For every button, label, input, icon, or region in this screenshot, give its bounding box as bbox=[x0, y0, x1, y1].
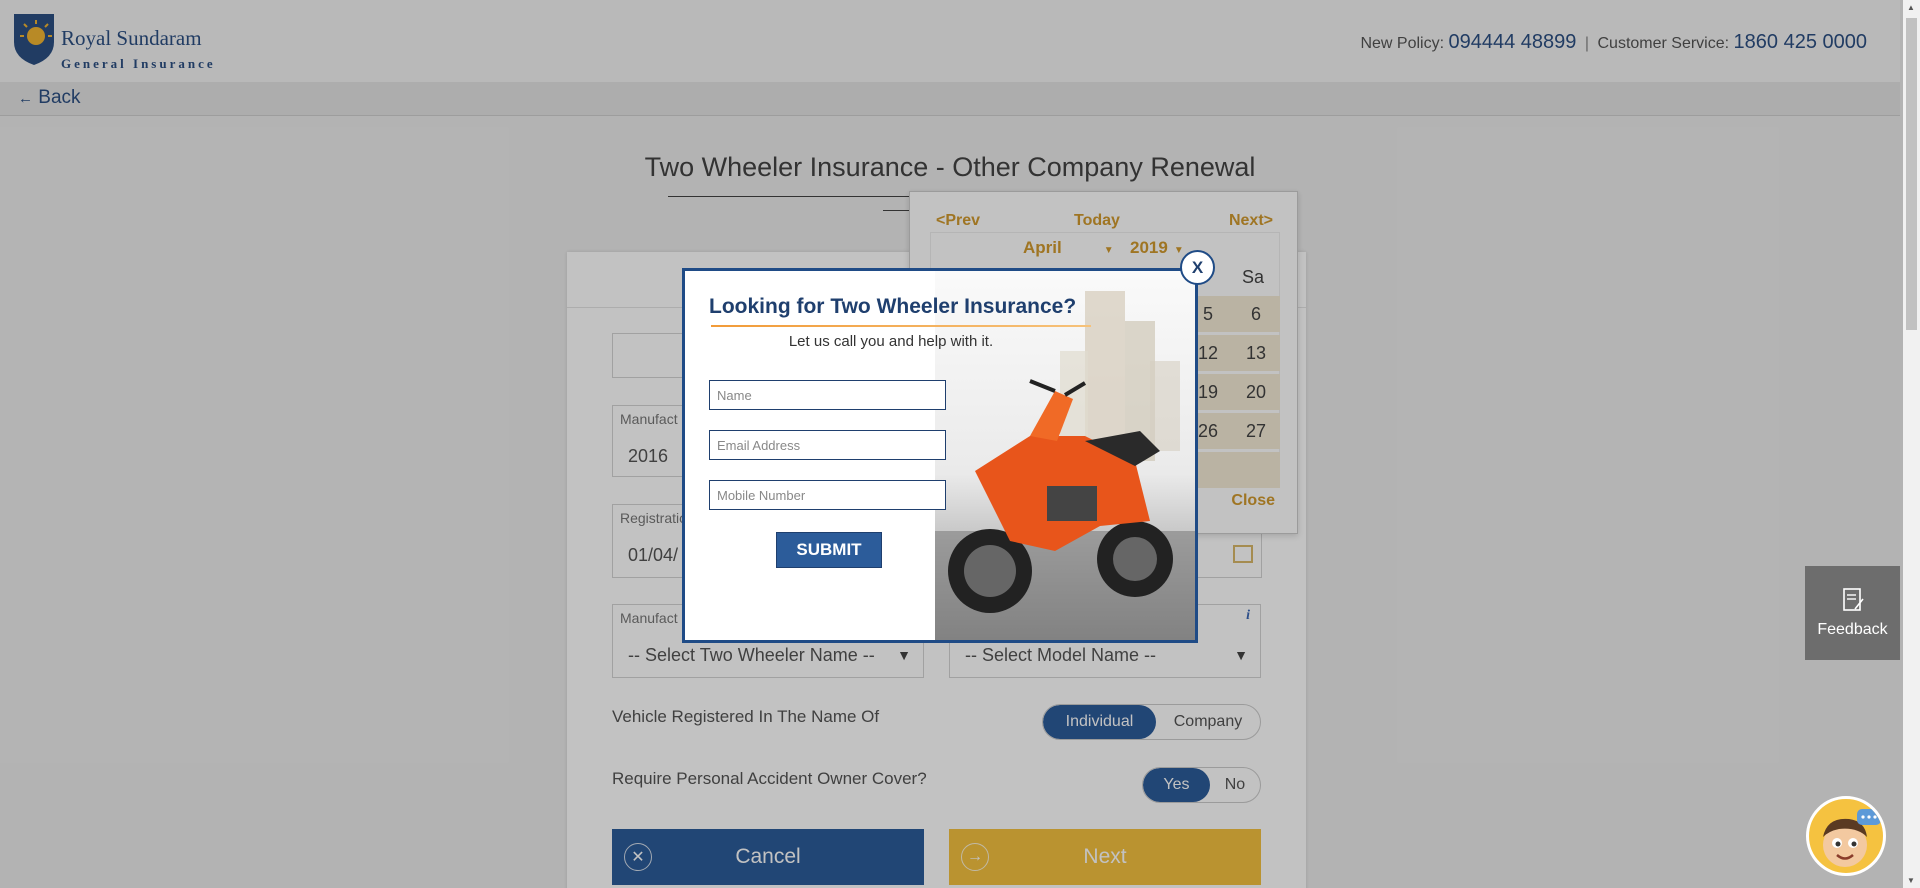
mobile-input[interactable] bbox=[709, 480, 946, 510]
scroll-up-icon[interactable]: ▲ bbox=[1907, 3, 1915, 12]
feedback-icon bbox=[1842, 588, 1864, 611]
chatbot-icon[interactable] bbox=[1806, 796, 1886, 876]
name-input[interactable] bbox=[709, 380, 946, 410]
submit-button[interactable]: SUBMIT bbox=[776, 532, 882, 568]
popup-subtitle: Let us call you and help with it. bbox=[788, 333, 994, 350]
feedback-label: Feedback bbox=[1817, 621, 1888, 638]
popup-close-button[interactable]: X bbox=[1180, 250, 1215, 285]
email-input[interactable] bbox=[709, 430, 946, 460]
scroll-thumb[interactable] bbox=[1906, 18, 1917, 330]
feedback-button[interactable]: Feedback bbox=[1805, 566, 1900, 660]
scroll-down-icon[interactable]: ▼ bbox=[1907, 876, 1915, 885]
popup-title: Looking for Two Wheeler Insurance? bbox=[709, 295, 1077, 318]
callback-popup: Looking for Two Wheeler Insurance? Let u… bbox=[682, 268, 1198, 643]
popup-title-underline bbox=[711, 325, 1091, 327]
scrollbar[interactable]: ▲ ▼ bbox=[1903, 0, 1920, 888]
